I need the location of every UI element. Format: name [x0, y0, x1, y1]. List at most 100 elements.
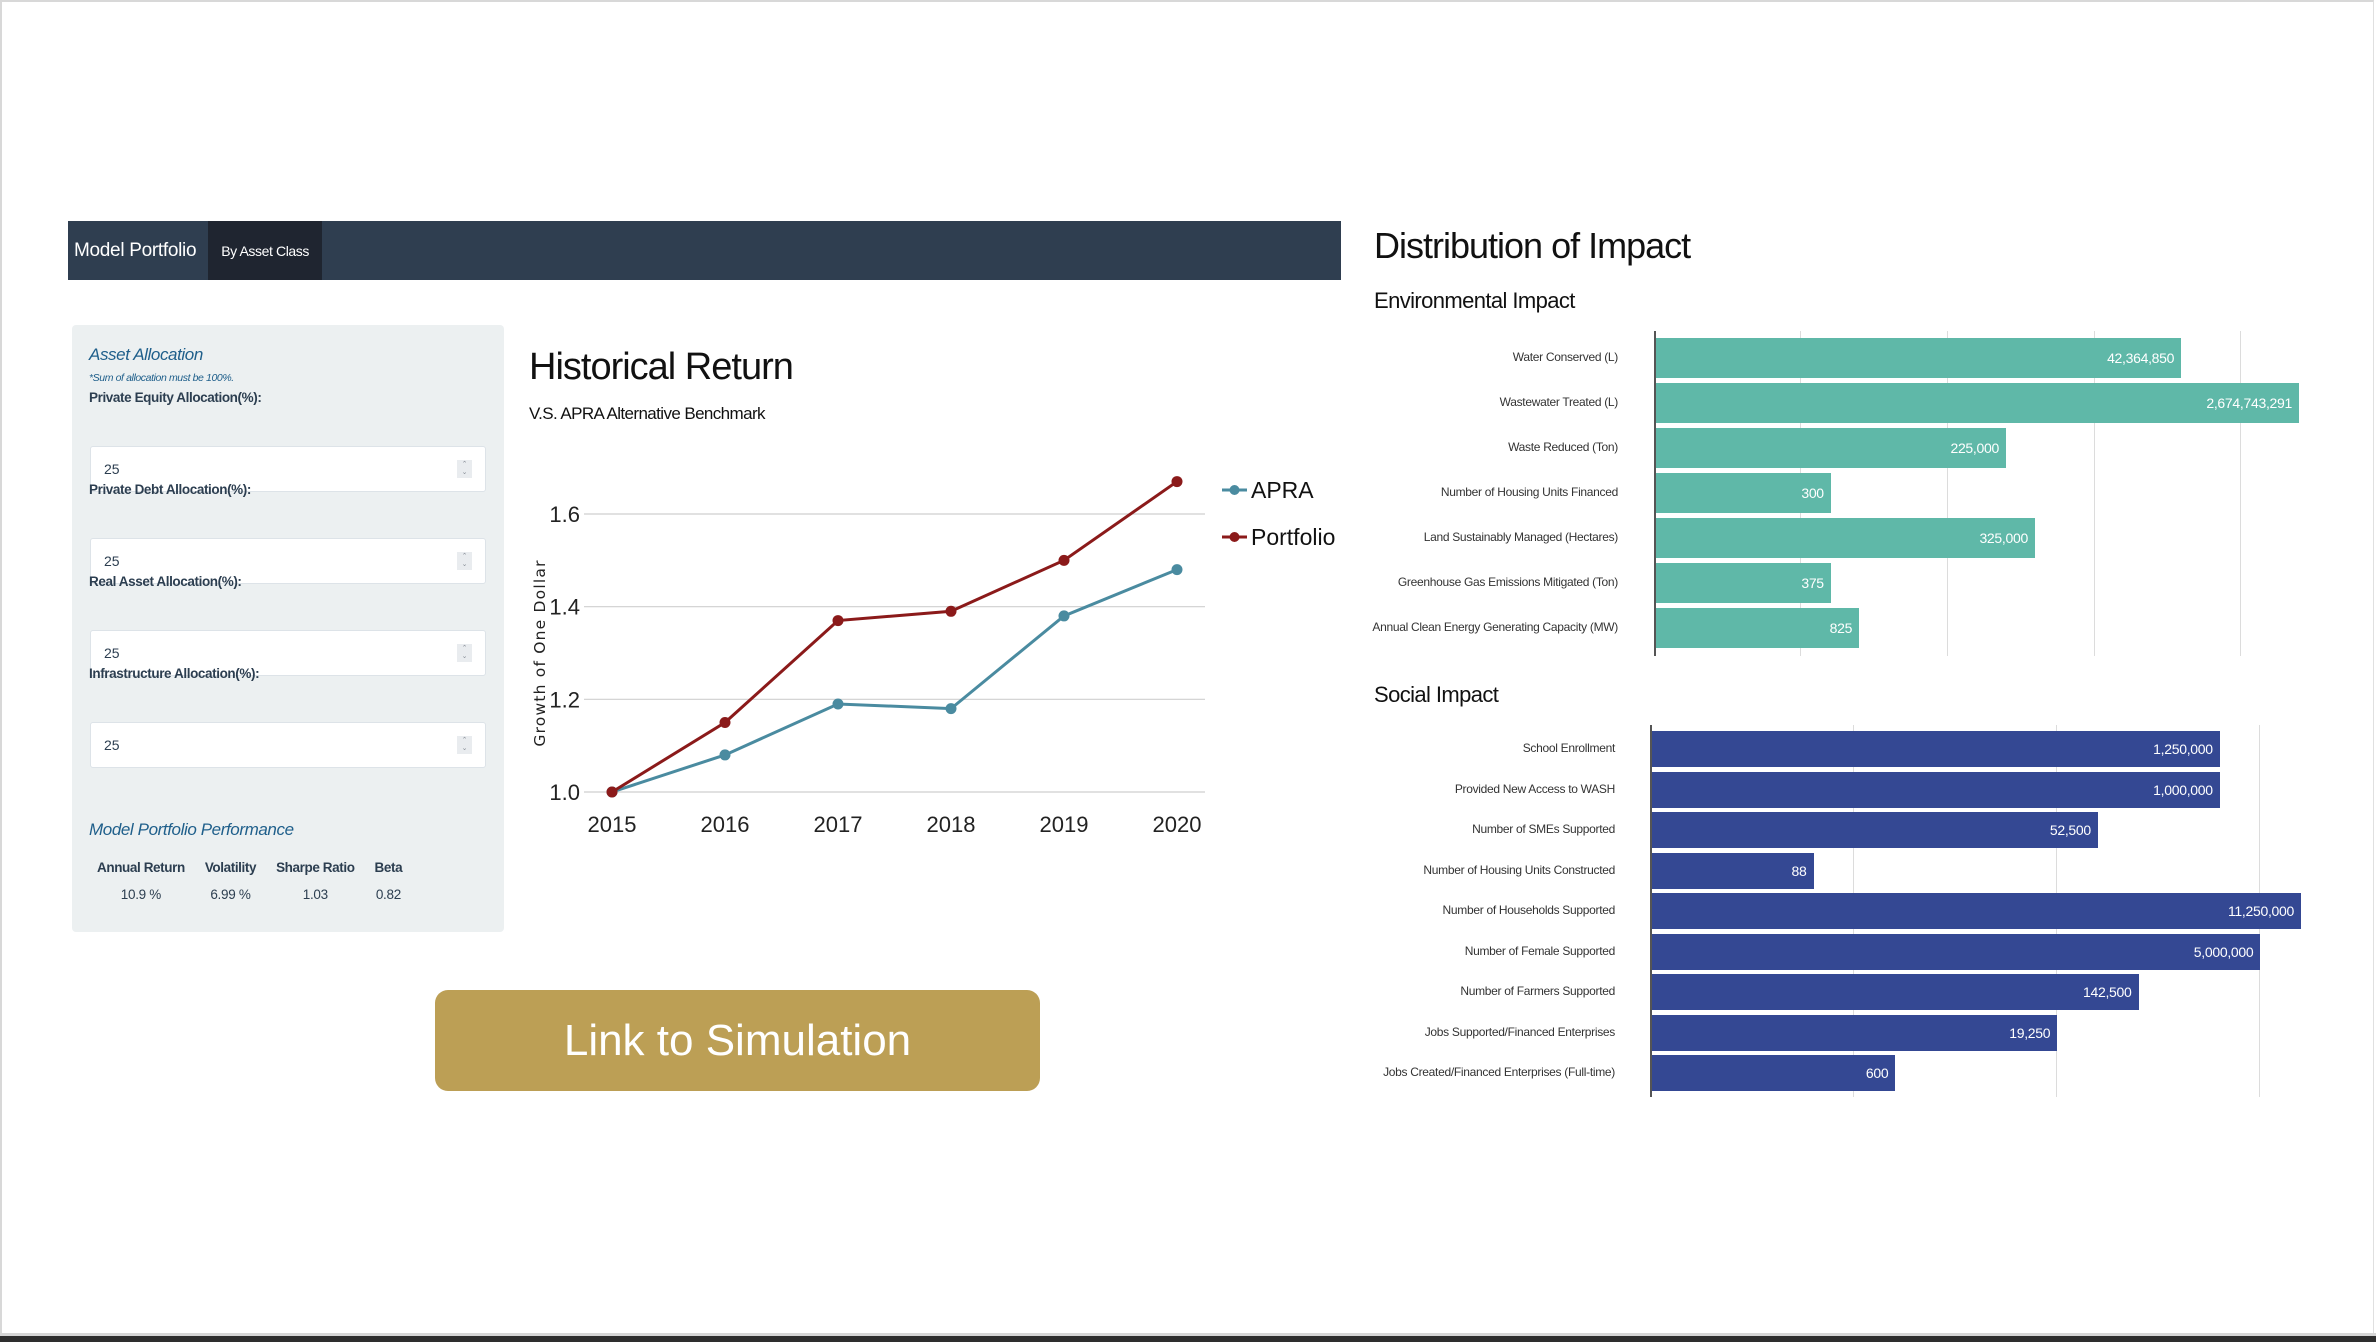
historical-return-subtitle: V.S. APRA Alternative Benchmark — [529, 404, 766, 423]
real-asset-label: Real Asset Allocation(%): — [89, 574, 242, 589]
environmental-impact-chart: Water Conserved (L) 42,364,850 Wastewater … — [1360, 331, 2308, 656]
social-impact-title: Social Impact — [1374, 682, 1499, 707]
bar-label: Waste Reduced (Ton) — [1508, 440, 1618, 454]
link-to-simulation-button[interactable]: Link to Simulation — [435, 990, 1040, 1091]
bar-value-label: 19,250 — [2009, 1024, 2051, 1041]
gridline — [2240, 331, 2242, 656]
bar: 300 — [1655, 473, 1831, 513]
bar-label: Greenhouse Gas Emissions Mitigated (Ton) — [1397, 575, 1618, 589]
chevron-up-icon[interactable]: ⌃ — [462, 645, 468, 653]
bar-value-label: 11,250,000 — [2227, 903, 2294, 919]
data-point-portfolio — [1171, 476, 1183, 488]
beta-value: 0.82 — [375, 887, 401, 902]
bar: 42,364,850 — [1655, 338, 2182, 378]
bar: 1,250,000 — [1651, 731, 2220, 767]
chevron-up-icon[interactable]: ⌃ — [462, 461, 468, 469]
chevron-down-icon[interactable]: ⌄ — [462, 469, 468, 477]
y-tick-label: 1.2 — [549, 687, 580, 712]
performance-title: Model Portfolio Performance — [89, 820, 294, 839]
bar-label: Wastewater Treated (L) — [1499, 395, 1619, 409]
data-point-portfolio — [606, 786, 618, 798]
bar-label: Number of Housing Units Financed — [1440, 485, 1618, 499]
bar-value-label: 52,500 — [2049, 822, 2091, 838]
legend-marker-portfolio — [1229, 532, 1240, 542]
legend-marker-apra — [1229, 485, 1240, 495]
bar: 225,000 — [1655, 428, 2006, 468]
infrastructure-label: Infrastructure Allocation(%): — [89, 666, 260, 681]
y-axis-label: Growth of One Dollar — [531, 559, 549, 746]
bar-label: Number of SMEs Supported — [1472, 822, 1615, 836]
data-point-apra — [832, 698, 844, 710]
chevron-down-icon[interactable]: ⌄ — [462, 745, 468, 753]
bar-value-label: 375 — [1801, 575, 1824, 591]
header-sharpe-ratio: Sharpe Ratio — [276, 860, 355, 875]
bar-value-label: 142,500 — [2082, 984, 2132, 1000]
distribution-of-impact-title: Distribution of Impact — [1374, 225, 1691, 266]
series-line-apra — [611, 568, 1178, 794]
performance-value-row: 10.9 % 6.99 % 1.03 0.82 — [97, 887, 412, 902]
bar-value-label: 225,000 — [1950, 440, 1999, 456]
bar-value-label: 5,000,000 — [2193, 943, 2254, 960]
chevron-down-icon[interactable]: ⌄ — [462, 653, 468, 661]
data-point-portfolio — [719, 717, 731, 728]
bar: 375 — [1655, 563, 1831, 603]
data-point-apra — [719, 749, 731, 761]
bar-label: Water Conserved (L) — [1512, 350, 1619, 364]
bar: 19,250 — [1651, 1014, 2058, 1051]
y-tick-label: 1.4 — [549, 595, 580, 620]
real-asset-stepper[interactable]: ⌃ ⌄ — [457, 644, 472, 662]
social-impact-chart: School Enrollment 1,250,000 Provided New A… — [1360, 725, 2310, 1097]
chevron-up-icon[interactable]: ⌃ — [462, 737, 468, 745]
data-point-portfolio — [832, 615, 844, 627]
bar-value-label: 300 — [1801, 485, 1824, 501]
infrastructure-input[interactable]: ⌃⌄ — [90, 722, 486, 768]
performance-header-row: Annual Return Volatility Sharpe Ratio Be… — [97, 860, 412, 887]
data-point-portfolio — [1058, 554, 1070, 566]
gridline — [2093, 331, 2095, 656]
bar: 142,500 — [1651, 974, 2139, 1010]
infrastructure-stepper[interactable]: ⌃ ⌄ — [457, 736, 472, 754]
private-debt-label: Private Debt Allocation(%): — [89, 482, 251, 497]
private-equity-label: Private Equity Allocation(%): — [89, 390, 262, 405]
private-debt-stepper[interactable]: ⌃ ⌄ — [457, 552, 472, 570]
data-point-apra — [1171, 564, 1183, 576]
bar-value-label: 2,674,743,291 — [2206, 395, 2292, 411]
chevron-down-icon[interactable]: ⌄ — [462, 561, 468, 569]
nav-brand[interactable]: Model Portfolio — [68, 221, 208, 280]
bar: 325,000 — [1655, 518, 2035, 558]
bar-label: Annual Clean Energy Generating Capacity … — [1372, 620, 1618, 634]
infrastructure-field[interactable] — [91, 723, 444, 767]
bar-label: Number of Farmers Supported — [1460, 984, 1615, 998]
chevron-up-icon[interactable]: ⌃ — [462, 553, 468, 561]
x-tick-label: 2020 — [1153, 812, 1202, 837]
bar-label: School Enrollment — [1522, 741, 1616, 755]
asset-allocation-panel: Asset Allocation *Sum of allocation must… — [72, 325, 504, 932]
x-tick-label: 2017 — [814, 812, 863, 837]
bar-label: Jobs Supported/Financed Enterprises — [1424, 1024, 1616, 1039]
legend-label-portfolio: Portfolio — [1251, 524, 1335, 550]
bar: 11,250,000 — [1651, 893, 2301, 929]
historical-return-chart: 1.0 1.2 1.4 1.6 2015 2016 2017 2018 2019 2020 Grow… — [531, 476, 1335, 837]
allocation-note: *Sum of allocation must be 100%. — [89, 372, 234, 384]
navbar: Model Portfolio By Asset Class — [68, 221, 1341, 280]
private-equity-stepper[interactable]: ⌃ ⌄ — [457, 460, 472, 478]
sharpe-ratio-value: 1.03 — [302, 887, 328, 902]
bar-label: Jobs Created/Financed Enterprises (Full-… — [1383, 1065, 1615, 1079]
bar: 2,674,743,291 — [1655, 383, 2299, 423]
volatility-value: 6.99 % — [210, 887, 251, 902]
tab-by-asset-class[interactable]: By Asset Class — [208, 221, 322, 280]
bar-label: Provided New Access to WASH — [1454, 781, 1615, 796]
bar-value-label: 825 — [1829, 620, 1853, 636]
bar: 1,000,000 — [1651, 771, 2220, 808]
data-point-apra — [1058, 610, 1070, 622]
bar-value-label: 325,000 — [1979, 530, 2028, 546]
x-tick-label: 2015 — [588, 812, 637, 837]
bar: 825 — [1655, 608, 1860, 648]
environmental-impact-title: Environmental Impact — [1374, 288, 1575, 313]
y-axis-line — [1650, 725, 1652, 1097]
bar-label: Number of Female Supported — [1464, 943, 1616, 958]
bar-value-label: 1,250,000 — [2153, 741, 2213, 757]
x-tick-label: 2016 — [701, 812, 750, 837]
bar-value-label: 600 — [1865, 1065, 1889, 1081]
gridline — [1947, 331, 1949, 656]
